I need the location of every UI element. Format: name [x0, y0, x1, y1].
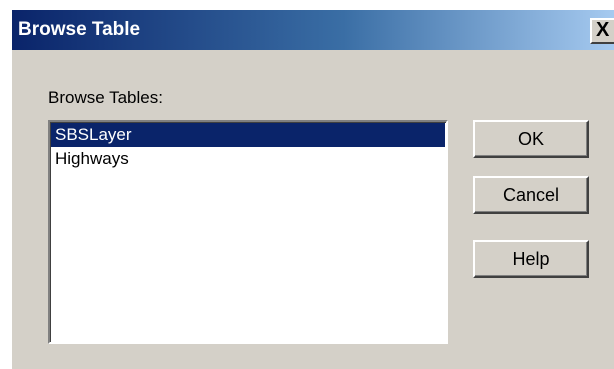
title-bar[interactable]: Browse Table X — [12, 10, 614, 50]
close-icon[interactable]: X — [590, 18, 614, 44]
list-item[interactable]: Highways — [51, 147, 445, 171]
list-item[interactable]: SBSLayer — [51, 123, 445, 147]
browse-tables-listbox[interactable]: SBSLayer Highways — [48, 120, 448, 344]
help-button[interactable]: Help — [473, 240, 589, 278]
browse-table-dialog: Browse Table X Browse Tables: SBSLayer H… — [10, 8, 614, 369]
ok-button[interactable]: OK — [473, 120, 589, 158]
window-title: Browse Table — [18, 19, 141, 40]
cancel-button[interactable]: Cancel — [473, 176, 589, 214]
browse-tables-label: Browse Tables: — [48, 88, 163, 107]
